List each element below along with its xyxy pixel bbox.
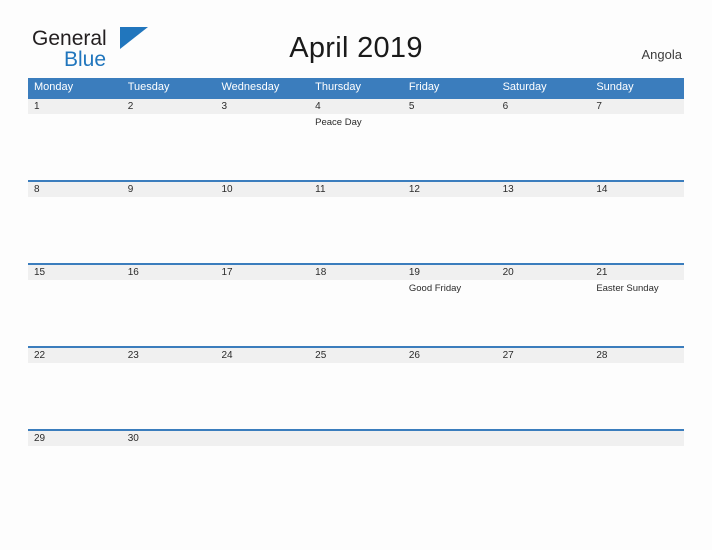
day-number[interactable]: 26 xyxy=(403,348,497,363)
day-event[interactable] xyxy=(122,280,216,346)
day-event xyxy=(497,446,591,468)
day-number[interactable]: 13 xyxy=(497,182,591,197)
day-event[interactable] xyxy=(28,197,122,263)
day-event xyxy=(309,446,403,468)
weekday-sunday: Sunday xyxy=(596,81,634,93)
day-number[interactable]: 25 xyxy=(309,348,403,363)
day-number[interactable]: 28 xyxy=(590,348,684,363)
day-number[interactable]: 22 xyxy=(28,348,122,363)
day-number[interactable]: 20 xyxy=(497,265,591,280)
day-event[interactable] xyxy=(28,280,122,346)
day-event[interactable] xyxy=(497,197,591,263)
day-number-band: 8 9 10 11 12 13 14 xyxy=(28,182,684,197)
day-event xyxy=(215,446,309,468)
week-row: 1 2 3 4 5 6 7 Peace Day xyxy=(28,97,684,180)
day-event[interactable]: Easter Sunday xyxy=(590,280,684,346)
weekday-tuesday: Tuesday xyxy=(127,81,170,93)
day-number xyxy=(497,431,591,446)
day-number-band: 29 30 xyxy=(28,431,684,446)
day-number xyxy=(309,431,403,446)
day-number[interactable]: 6 xyxy=(497,99,591,114)
day-number[interactable]: 16 xyxy=(122,265,216,280)
day-event[interactable] xyxy=(403,114,497,180)
weekday-monday: Monday xyxy=(34,81,74,93)
day-number[interactable]: 23 xyxy=(122,348,216,363)
day-number[interactable]: 24 xyxy=(215,348,309,363)
day-number[interactable]: 4 xyxy=(309,99,403,114)
day-number[interactable]: 27 xyxy=(497,348,591,363)
day-number[interactable]: 2 xyxy=(122,99,216,114)
day-event[interactable] xyxy=(309,197,403,263)
day-number[interactable]: 7 xyxy=(590,99,684,114)
day-event[interactable]: Good Friday xyxy=(403,280,497,346)
day-event[interactable]: Peace Day xyxy=(309,114,403,180)
day-event xyxy=(403,446,497,468)
day-number-band: 22 23 24 25 26 27 28 xyxy=(28,348,684,363)
week-row: 22 23 24 25 26 27 28 xyxy=(28,346,684,429)
calendar-page: General Blue April 2019 Angola Monday Tu… xyxy=(0,0,712,550)
week-row: 29 30 xyxy=(28,429,684,468)
day-event[interactable] xyxy=(215,114,309,180)
day-event[interactable] xyxy=(497,363,591,429)
day-event[interactable] xyxy=(309,363,403,429)
weekday-thursday: Thursday xyxy=(315,81,362,93)
day-event[interactable] xyxy=(122,363,216,429)
day-event[interactable] xyxy=(309,280,403,346)
day-number[interactable]: 29 xyxy=(28,431,122,446)
day-event[interactable] xyxy=(122,197,216,263)
day-number[interactable]: 21 xyxy=(590,265,684,280)
day-event[interactable] xyxy=(590,197,684,263)
day-event[interactable] xyxy=(590,114,684,180)
day-event-band: Peace Day xyxy=(28,114,684,180)
day-number xyxy=(215,431,309,446)
country-label: Angola xyxy=(641,47,682,62)
weekday-friday: Friday xyxy=(408,81,440,93)
day-event[interactable] xyxy=(403,363,497,429)
day-number[interactable]: 19 xyxy=(403,265,497,280)
day-number xyxy=(403,431,497,446)
day-number[interactable]: 3 xyxy=(215,99,309,114)
day-number[interactable]: 30 xyxy=(122,431,216,446)
day-number[interactable]: 5 xyxy=(403,99,497,114)
day-event-band xyxy=(28,446,684,468)
day-event-band: Good Friday Easter Sunday xyxy=(28,280,684,346)
page-header: General Blue April 2019 Angola xyxy=(0,0,712,78)
day-event-band xyxy=(28,363,684,429)
day-number xyxy=(590,431,684,446)
day-event[interactable] xyxy=(28,363,122,429)
day-number[interactable]: 8 xyxy=(28,182,122,197)
day-number[interactable]: 18 xyxy=(309,265,403,280)
week-row: 15 16 17 18 19 20 21 Good Friday Easter … xyxy=(28,263,684,346)
day-event[interactable] xyxy=(28,114,122,180)
day-event[interactable] xyxy=(28,446,122,468)
day-event[interactable] xyxy=(590,363,684,429)
day-event[interactable] xyxy=(215,280,309,346)
week-row: 8 9 10 11 12 13 14 xyxy=(28,180,684,263)
day-event xyxy=(590,446,684,468)
day-number[interactable]: 11 xyxy=(309,182,403,197)
page-title: April 2019 xyxy=(289,32,423,64)
day-event[interactable] xyxy=(497,280,591,346)
day-event[interactable] xyxy=(497,114,591,180)
calendar-grid: Monday Tuesday Wednesday Thursday Friday… xyxy=(28,78,684,468)
day-number[interactable]: 15 xyxy=(28,265,122,280)
day-event-band xyxy=(28,197,684,263)
day-number[interactable]: 12 xyxy=(403,182,497,197)
day-event[interactable] xyxy=(122,446,216,468)
day-event[interactable] xyxy=(215,197,309,263)
day-number-band: 15 16 17 18 19 20 21 xyxy=(28,265,684,280)
day-event[interactable] xyxy=(122,114,216,180)
day-number[interactable]: 9 xyxy=(122,182,216,197)
day-number[interactable]: 17 xyxy=(215,265,309,280)
day-number[interactable]: 10 xyxy=(215,182,309,197)
day-number[interactable]: 14 xyxy=(590,182,684,197)
weekday-saturday: Saturday xyxy=(502,81,547,93)
day-number[interactable]: 1 xyxy=(28,99,122,114)
day-number-band: 1 2 3 4 5 6 7 xyxy=(28,99,684,114)
day-event[interactable] xyxy=(403,197,497,263)
day-event[interactable] xyxy=(215,363,309,429)
weekday-header-row: Monday Tuesday Wednesday Thursday Friday… xyxy=(28,78,684,97)
weekday-wednesday: Wednesday xyxy=(221,81,280,93)
